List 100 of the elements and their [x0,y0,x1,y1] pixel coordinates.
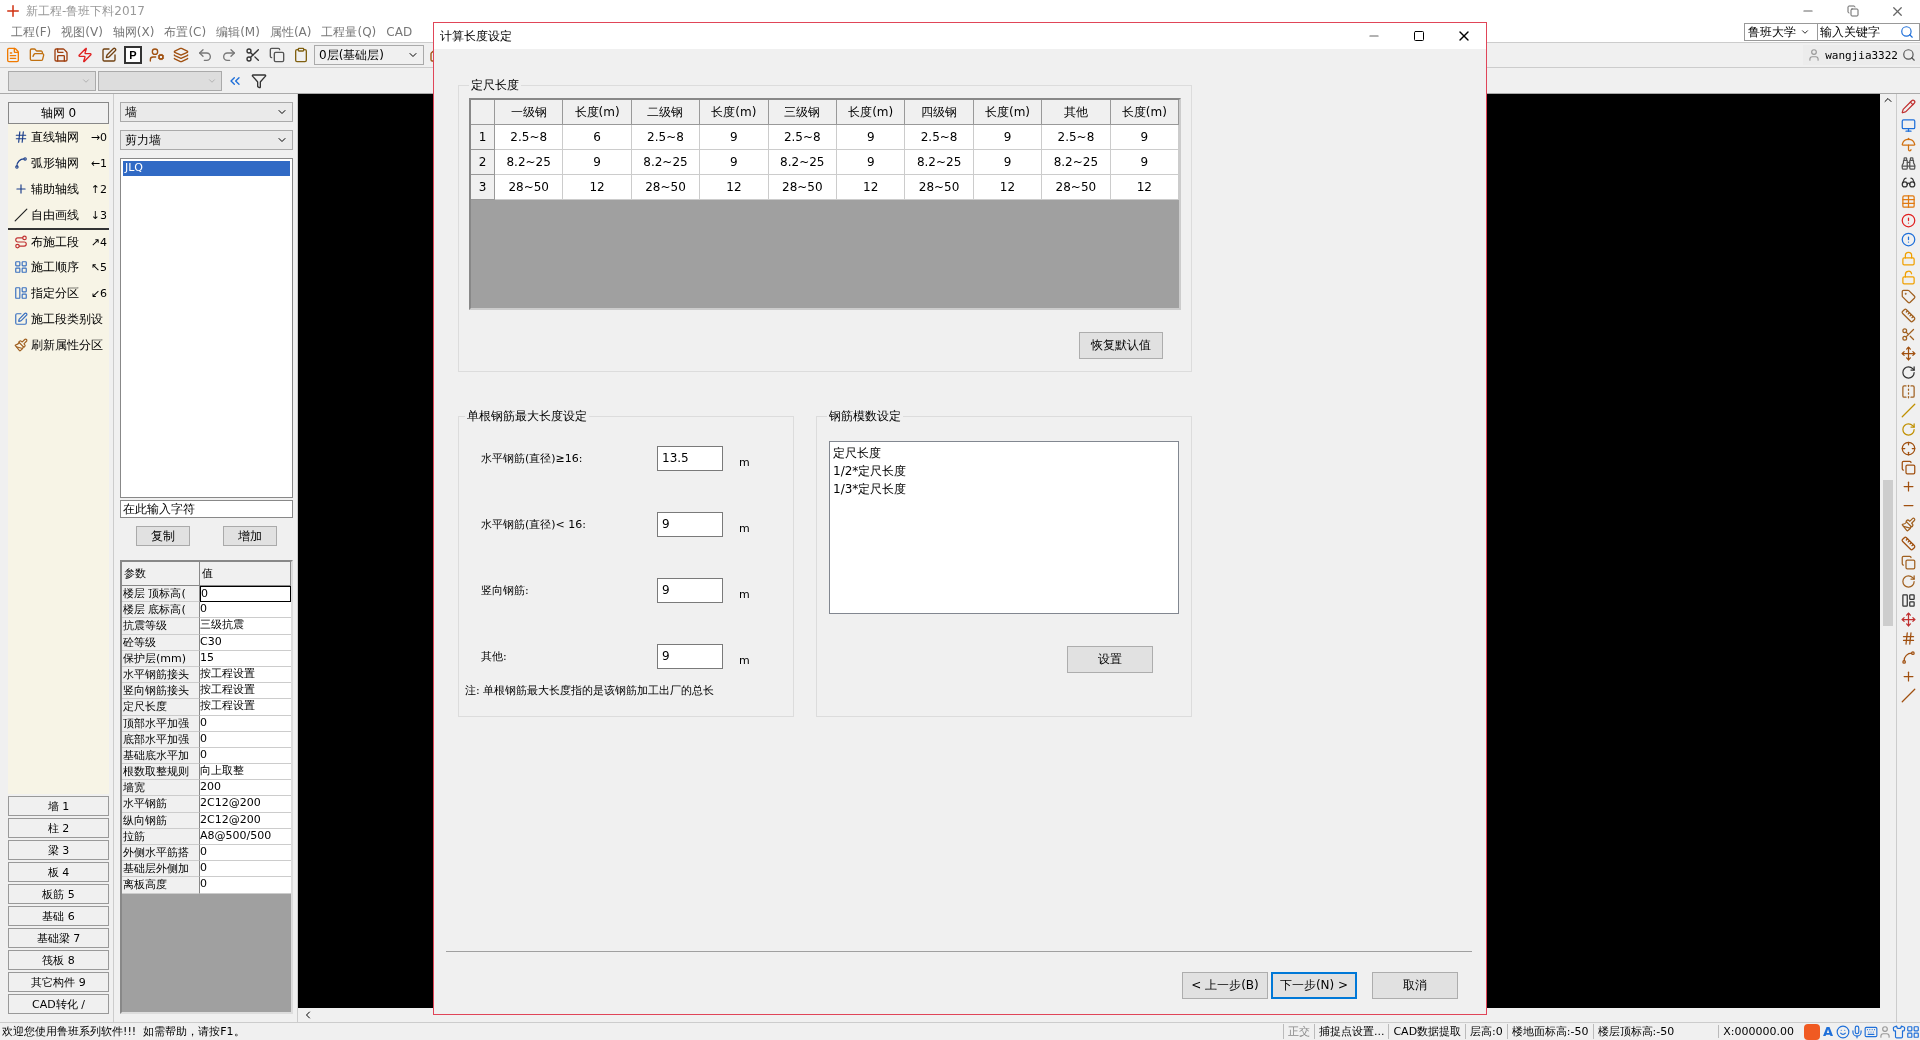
user-icon[interactable] [1878,1024,1892,1039]
list-item[interactable]: 定尺长度 [833,444,1175,462]
menu-item[interactable]: 工程量(Q) [316,23,382,41]
menu-item[interactable]: 布置(C) [159,23,212,41]
dialog-button[interactable]: < 上一步(B) [1182,972,1268,999]
copy-icon[interactable] [1901,459,1916,475]
category-button[interactable]: 基础 6 [8,906,109,926]
type-select[interactable]: 墙 [120,102,293,122]
user-icon[interactable] [1807,48,1822,62]
category-button[interactable]: 其它构件 9 [8,972,109,992]
tool-item[interactable]: 自由画线 ↓3 [8,202,109,228]
input-field[interactable]: 在此输入字符 [120,500,293,518]
category-button[interactable]: 柱 2 [8,818,109,838]
search-field[interactable]: 输入关键字 [1818,23,1920,41]
table-cell[interactable]: 2C12@200 [200,796,291,813]
dialog-button[interactable]: 下一步(N) > [1271,972,1357,999]
table-cell: 12 [700,175,769,200]
category-button[interactable]: 梁 3 [8,840,109,860]
table-cell[interactable]: 0 [200,602,291,619]
tool-item[interactable]: 施工段类别设 [8,306,109,332]
panel-header-button[interactable]: 轴网 0 [8,102,109,124]
rotate-box-icon[interactable] [1901,573,1916,589]
move-icon[interactable] [1901,345,1916,361]
input-field[interactable]: 9 [657,577,723,603]
status-cell: 捕捉点设置... [1313,1024,1389,1039]
cut-icon[interactable] [1901,326,1916,342]
arc-icon[interactable] [1901,649,1916,665]
floor-select[interactable]: 0层(基础层) [314,45,424,65]
smile-icon[interactable] [1836,1024,1850,1039]
category-button[interactable]: 基础梁 7 [8,928,109,948]
tool-item[interactable]: 指定分区 ↙6 [8,280,109,306]
alert-icon[interactable] [1901,231,1916,247]
menu-item[interactable]: 属性(A) [264,23,317,41]
category-button[interactable]: CAD转化 / [8,994,109,1014]
menu-item[interactable]: CAD [381,25,418,39]
move-icon[interactable] [1901,611,1916,627]
keyboard-icon[interactable] [1864,1024,1878,1039]
tag-icon[interactable] [1901,288,1916,304]
binoculars-icon[interactable] [1901,155,1916,171]
table-cell[interactable]: 0 [200,586,291,603]
category-button[interactable]: 筏板 8 [8,950,109,970]
arc-icon [14,156,28,170]
chevron-down-icon[interactable] [1800,27,1810,37]
table-cell[interactable]: 按工程设置 [200,683,291,700]
table-cell[interactable]: 200 [200,780,291,797]
settings-button[interactable]: 设置 [1067,646,1153,673]
category-button[interactable]: 板 4 [8,862,109,882]
reset-button[interactable]: 恢复默认值 [1079,332,1163,359]
tool-item[interactable]: 刷新属性分区 [8,332,109,358]
search-icon[interactable] [1902,48,1916,62]
restore-icon[interactable] [1846,5,1859,17]
dialog-button[interactable]: 取消 [1372,972,1458,999]
action-button[interactable]: 增加 [222,526,277,546]
maximize-icon[interactable] [1412,30,1425,42]
menu-item[interactable]: 视图(V) [56,23,108,41]
input-field[interactable]: 9 [657,511,723,537]
menu-item[interactable]: 工程(F) [6,23,57,41]
table-cell[interactable]: 0 [200,861,291,878]
grid-icon[interactable] [1901,630,1916,646]
list-item[interactable]: JLQ [123,161,290,176]
input-field[interactable]: 9 [657,643,723,669]
menu-item[interactable]: 轴网(X) [107,23,160,41]
list-item[interactable]: 1/3*定尺长度 [833,480,1175,498]
tool-item[interactable]: 布施工段 ↗4 [8,228,109,254]
stack-icon[interactable] [1901,554,1916,570]
university-select[interactable]: 鲁班大学 [1744,23,1818,41]
shirt-icon[interactable] [1892,1024,1906,1039]
tool-item[interactable]: 直线轴网 →0 [8,124,109,150]
column-header: 二级钢 [631,100,701,125]
tool-item[interactable]: 辅助轴线 ↑2 [8,176,109,202]
line-icon[interactable] [1901,687,1916,703]
action-button[interactable]: 复制 [136,526,191,546]
p-key-button[interactable]: P [124,46,142,64]
table-cell[interactable]: 三级抗震 [200,618,291,635]
ruler-icon[interactable] [1901,307,1916,323]
tool-item[interactable]: 弧形轴网 ←1 [8,150,109,176]
input-mode[interactable]: A [1822,1024,1833,1039]
brush-icon[interactable] [1901,516,1916,532]
umbrella-icon[interactable] [1901,136,1916,152]
search-icon[interactable] [1900,25,1914,39]
alert-icon[interactable] [1901,212,1916,228]
list-item[interactable]: 1/2*定尺长度 [833,462,1175,480]
pencil-icon[interactable] [1901,98,1916,114]
target-icon[interactable] [1901,440,1916,456]
table-cell[interactable]: 按工程设置 [200,699,291,716]
table-cell[interactable]: 向上取整 [200,764,291,781]
table-cell[interactable]: 0 [200,877,291,894]
category-button[interactable]: 墙 1 [8,796,109,816]
mic-icon[interactable] [1850,1024,1864,1039]
scrollbar-thumb[interactable] [1883,480,1893,626]
subtype-select[interactable]: 剪力墙 [120,130,293,150]
input-field[interactable]: 13.5 [657,445,723,471]
menu-item[interactable]: 编辑(M) [211,23,265,41]
rotate-icon[interactable] [1901,364,1916,380]
category-button[interactable]: 板筋 5 [8,884,109,904]
grid-icon[interactable] [1906,1024,1920,1039]
tool-item[interactable]: 施工顺序 ↖5 [8,254,109,280]
mirror-icon[interactable] [1901,383,1916,399]
monitor-icon[interactable] [1901,117,1916,133]
table-cell[interactable]: 0 [200,845,291,862]
